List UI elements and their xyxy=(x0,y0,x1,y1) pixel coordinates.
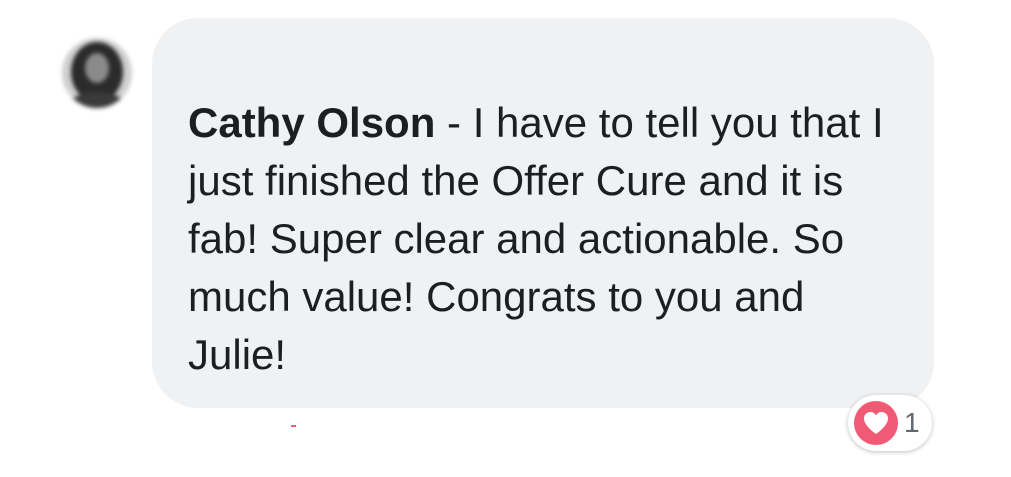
comment-bubble: Cathy Olson - I have to tell you that I … xyxy=(152,18,934,408)
comment-separator: - xyxy=(435,99,473,146)
avatar[interactable] xyxy=(62,38,132,108)
reaction-count-pill[interactable]: 1 xyxy=(848,395,932,451)
comment-author[interactable]: Cathy Olson xyxy=(188,99,435,146)
reaction-count: 1 xyxy=(904,407,920,438)
comment-body: Cathy Olson - I have to tell you that I … xyxy=(188,94,908,384)
heart-icon xyxy=(854,401,898,445)
avatar-image xyxy=(62,38,132,108)
decorative-mark xyxy=(291,425,296,427)
